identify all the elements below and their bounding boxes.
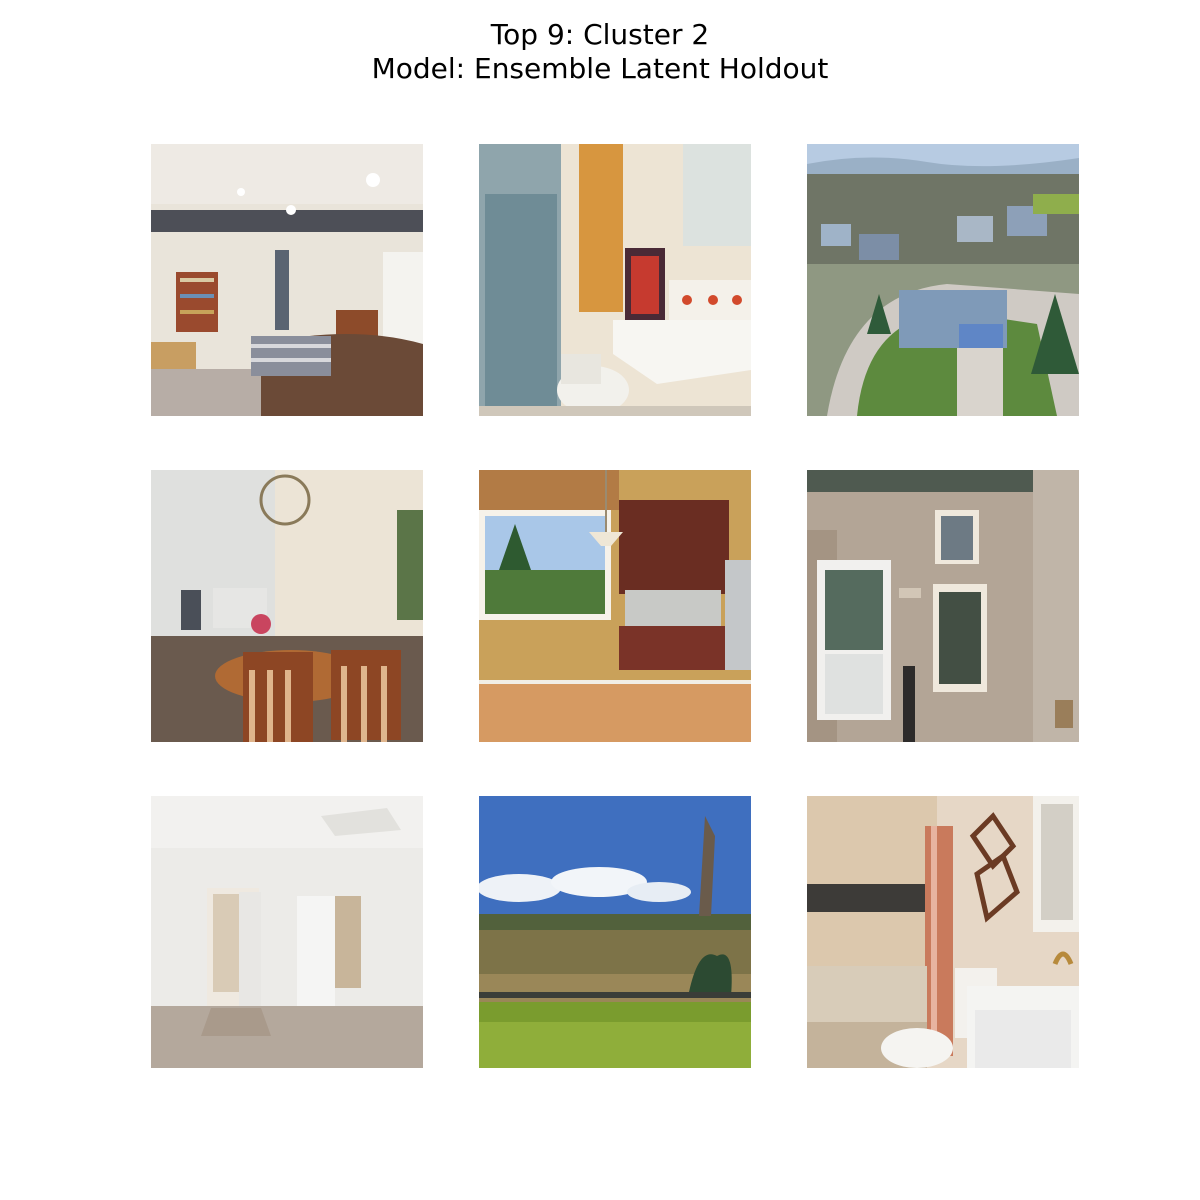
- title-line-1: Top 9: Cluster 2: [490, 18, 710, 51]
- thumbnail-6-brick-exterior: [807, 470, 1079, 742]
- thumbnail-1-basement-family-room: [151, 144, 423, 416]
- thumbnail-3-aerial-house: [807, 144, 1079, 416]
- thumbnail-9-bathroom-tub: [807, 796, 1079, 1068]
- thumbnail-8-backyard-lawn: [479, 796, 751, 1068]
- thumbnail-4-dining-room: [151, 470, 423, 742]
- title-line-2: Model: Ensemble Latent Holdout: [371, 52, 829, 85]
- thumbnail-2-bathroom-shower: [479, 144, 751, 416]
- thumbnail-5-kitchen-nook: [479, 470, 751, 742]
- thumbnail-7-empty-bedroom: [151, 796, 423, 1068]
- figure-title: Top 9: Cluster 2 Model: Ensemble Latent …: [0, 18, 1200, 86]
